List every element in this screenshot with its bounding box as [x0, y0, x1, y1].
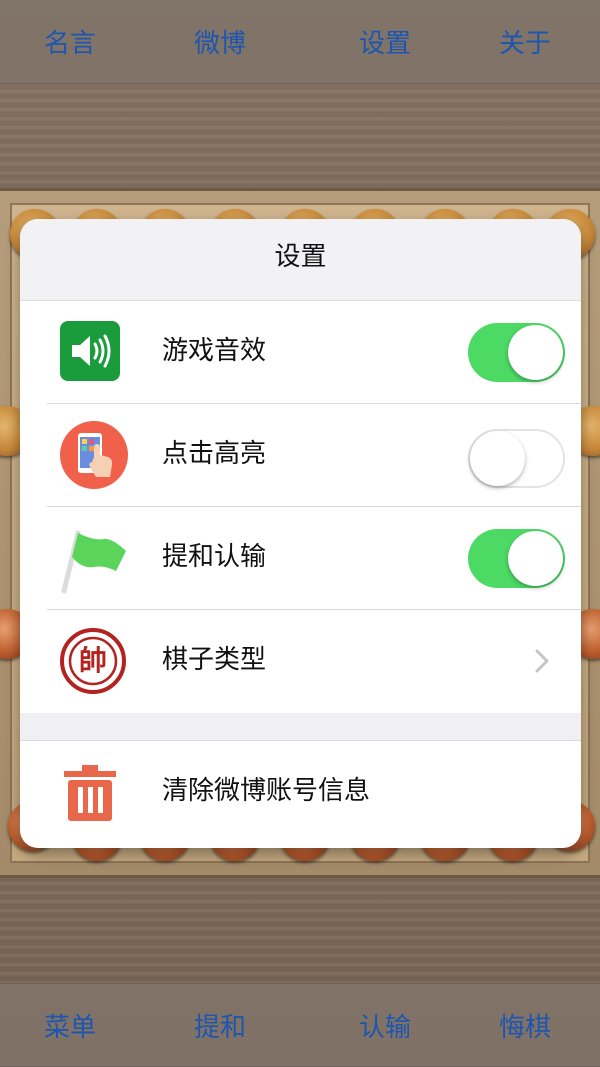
- piece-type-label: 棋子类型: [162, 645, 267, 675]
- quotes-button[interactable]: 名言: [20, 0, 120, 84]
- menu-button[interactable]: 菜单: [20, 984, 120, 1067]
- draw-resign-toggle[interactable]: [468, 529, 565, 588]
- highlight-toggle[interactable]: [468, 429, 565, 488]
- bottom-toolbar: 菜单 提和 认输 悔棋: [0, 983, 600, 1067]
- settings-dialog: 设置 游戏音效 点击高亮 提和认输 帥 棋子类型 清除微博账号信息: [20, 219, 581, 848]
- resign-button[interactable]: 认输: [335, 984, 435, 1067]
- top-toolbar: 名言 微博 设置 关于: [0, 0, 600, 84]
- clear-weibo-account-row[interactable]: 清除微博账号信息: [20, 741, 581, 848]
- speaker-icon: [60, 321, 126, 387]
- highlight-label: 点击高亮: [162, 439, 267, 469]
- about-button[interactable]: 关于: [475, 0, 575, 84]
- piece-char: 帥: [78, 644, 107, 677]
- weibo-button[interactable]: 微博: [170, 0, 270, 84]
- settings-row-highlight[interactable]: 点击高亮: [20, 404, 581, 507]
- clear-weibo-label: 清除微博账号信息: [162, 776, 371, 806]
- settings-row-draw-resign[interactable]: 提和认输: [20, 507, 581, 610]
- dialog-title: 设置: [20, 219, 581, 301]
- green-flag-icon: [60, 525, 126, 594]
- section-gap: [20, 713, 581, 741]
- settings-row-sound[interactable]: 游戏音效: [20, 301, 581, 404]
- undo-move-button[interactable]: 悔棋: [475, 984, 575, 1067]
- sound-toggle[interactable]: [468, 323, 565, 382]
- settings-button[interactable]: 设置: [335, 0, 435, 84]
- phone-tap-icon: [60, 421, 128, 489]
- shuai-piece-icon: 帥: [60, 628, 126, 694]
- trash-icon: [60, 765, 126, 831]
- chevron-right-icon: [534, 648, 550, 678]
- draw-resign-label: 提和认输: [162, 542, 267, 572]
- offer-draw-button[interactable]: 提和: [170, 984, 270, 1067]
- settings-row-piece-type[interactable]: 帥 棋子类型: [20, 610, 581, 713]
- sound-label: 游戏音效: [162, 336, 267, 366]
